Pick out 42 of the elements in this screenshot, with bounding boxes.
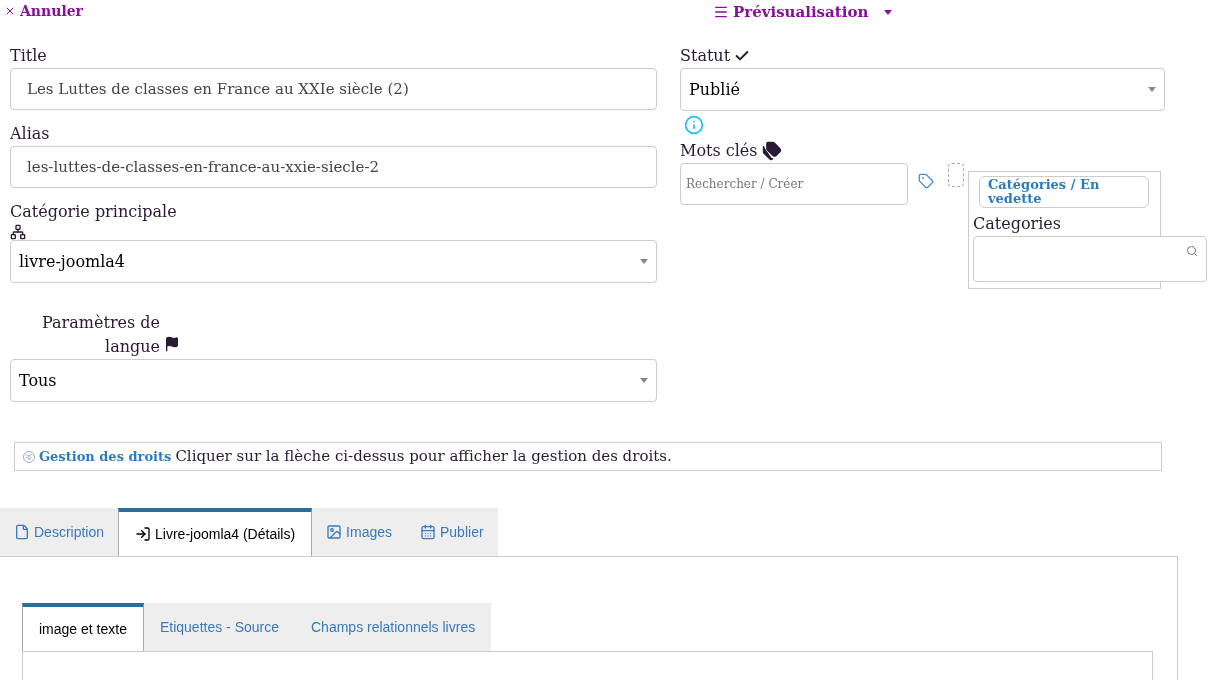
caret-icon [884,9,893,15]
field-label: Mots clés [680,140,758,162]
document-icon [14,524,30,540]
tab[interactable]: Publier [406,508,498,556]
field-label: Paramètres de langue [41,312,160,358]
search-icon [1186,245,1198,257]
rights-help-text: Cliquer sur la flèche ci-dessus pour afficher la gestion des droits. [175,446,672,468]
select-field[interactable]: livre-joomla4 [10,240,657,283]
tab[interactable]: Livre-joomla4 (Détails) [118,508,313,556]
field-label: Categories [973,213,1062,235]
tab[interactable]: Champs relationnels livres [295,603,492,651]
field-label: Title [10,45,48,67]
tags-icon [761,141,782,161]
caret-icon [640,378,648,383]
flag-icon [164,335,180,352]
field-label: Statut [680,45,731,67]
sign-in-icon [135,526,152,542]
cancel-button[interactable]: Annuler [0,1,83,21]
placeholder-box [948,163,964,187]
input-field[interactable]: Les Luttes de classes en France au XXIe siècle (2) [10,68,657,110]
rights-link[interactable]: Gestion des droits [39,446,172,467]
tab[interactable]: image et texte [22,603,144,651]
calendar-icon [420,524,436,540]
caret-icon [640,259,648,264]
close-icon [4,5,16,17]
field-label: Alias [10,123,51,145]
info-icon [684,115,704,135]
field-label: Catégorie principale [10,201,178,223]
tab[interactable]: Description [0,508,119,556]
featured-categories-button[interactable]: Catégories / En vedette [979,176,1149,208]
caret-icon [1148,87,1156,92]
image-icon [326,524,343,540]
input-field[interactable]: les-luttes-de-classes-en-france-au-xxie-siecle-2 [10,146,657,188]
search-field[interactable] [973,236,1207,282]
add-tag-icon[interactable] [918,173,934,189]
select-field[interactable]: Tous [10,359,657,402]
search-field[interactable]: Rechercher / Créer [680,163,908,205]
select-field[interactable]: Publié [680,68,1165,111]
preview-button[interactable]: Prévisualisation [713,1,893,24]
tab[interactable]: Images [312,508,406,556]
tab[interactable]: Etiquettes - Source [143,603,295,651]
sitemap-icon [10,224,26,240]
